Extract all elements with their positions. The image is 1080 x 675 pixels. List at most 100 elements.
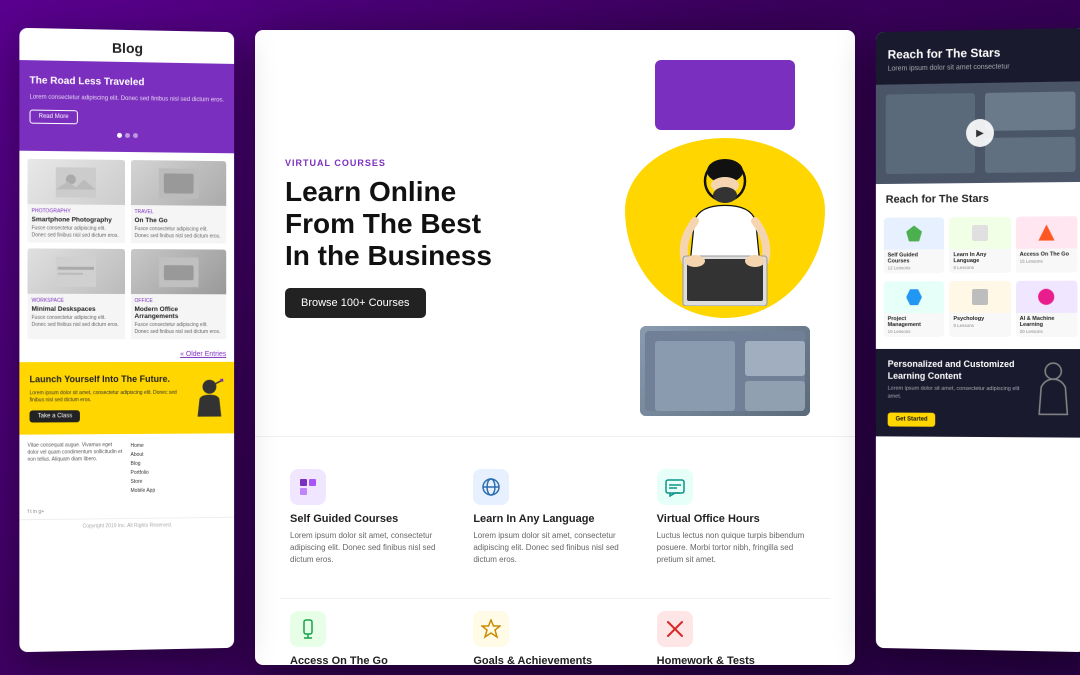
right-panel-video[interactable]: ▶ [876,81,1080,184]
post-thumbnail [130,160,226,206]
reach-title: Reach for The Stars [886,192,1076,206]
post-tag: Photography [32,209,121,216]
feature-item: Access On The Go Quisque aliquet velit s… [280,598,463,665]
hero-illustration [625,138,825,318]
blog-read-more-button[interactable]: Read More [30,110,78,125]
feature-title: Access On The Go [290,655,453,665]
feature-title: Self Guided Courses [290,513,453,525]
course-meta: 20 Lessons [1020,329,1074,334]
reach-section: Reach for The Stars [876,182,1080,218]
list-item: Travel On The Go Fusce consectetur adipi… [130,160,226,244]
list-item[interactable]: Access On The Go 15 Lessons [1016,216,1078,273]
feature-title: Virtual Office Hours [657,513,820,525]
post-text: Fusce consectetur adipiscing elit. Donec… [134,226,222,240]
course-thumbnail [884,281,945,313]
course-name: Self Guided Courses [888,252,941,264]
course-meta: 8 Lessons [953,265,1006,270]
post-tag: Travel [134,209,222,216]
feature-title: Homework & Tests [657,655,820,665]
blog-title: Blog [19,28,234,64]
browse-courses-button[interactable]: Browse 100+ Courses [285,288,426,318]
course-meta: 15 Lessons [1020,259,1074,264]
course-meta: 9 Lessons [953,323,1006,328]
feature-icon-language [473,469,509,505]
post-text: Fusce consectetur adipiscing elit. Donec… [32,226,121,240]
blog-hero-title: The Road Less Traveled [30,74,225,90]
cta-title: Launch Yourself Into The Future. [30,374,187,386]
course-name: AI & Machine Learning [1020,316,1074,328]
hero-title-line2: From The Best [285,208,481,239]
blog-carousel-dots [30,132,225,140]
list-item: Workspace Minimal Deskspaces Fusce conse… [27,249,124,340]
hero-title: Learn Online From The Best In the Busine… [285,176,605,273]
course-meta: 12 Lessons [888,265,941,270]
course-thumbnail [1016,281,1078,313]
list-item[interactable]: Psychology 9 Lessons [949,281,1010,337]
course-name: Project Management [888,316,941,328]
feature-text: Luctus lectus non quique turpis bibendum… [657,530,820,566]
feature-item: Goals & Achievements Quisque aliquet vel… [463,598,646,665]
blog-footer-content: Vitae consequat augue. Vivamus eget dolo… [19,433,234,505]
cta-button[interactable]: Take a Class [30,410,81,422]
older-entries-link[interactable]: « Older Entries [19,347,234,362]
list-item: Photography Smartphone Photography Fusce… [27,159,124,243]
carousel-dot [117,133,122,138]
feature-title: Learn In Any Language [473,513,636,525]
right-cta-text: Lorem ipsum dolor sit amet, consectetur … [888,386,1025,402]
post-title: Minimal Deskspaces [32,306,121,313]
hero-right: ▶ [625,60,825,416]
right-panel-title: Reach for The Stars [888,44,1074,61]
courses-grid-row1: Self Guided Courses 12 Lessons Learn In … [876,216,1080,281]
course-name: Access On The Go [1020,251,1074,257]
course-name: Psychology [953,316,1006,322]
list-item[interactable]: Learn In Any Language 8 Lessons [949,217,1010,273]
right-panel-cta: Personalized and Customized Learning Con… [876,349,1080,437]
hero-section: VIRTUAL COURSES Learn Online From The Be… [255,30,855,436]
right-panel-header: Reach for The Stars Lorem ipsum dolor si… [876,28,1080,85]
list-item[interactable]: AI & Machine Learning 20 Lessons [1016,281,1078,337]
post-thumbnail [27,249,124,295]
course-name: Learn In Any Language [953,252,1006,264]
post-title: Smartphone Photography [32,217,121,225]
feature-icon-homework [657,611,693,647]
person-illustration [665,151,785,306]
feature-icon-self-guided [290,469,326,505]
panels-wrapper: Blog The Road Less Traveled Lorem consec… [0,0,1080,675]
post-tag: Workspace [32,298,121,304]
right-cta-button[interactable]: Get Started [888,412,936,426]
carousel-dot [133,133,138,138]
cta-banner: Launch Yourself Into The Future. Lorem i… [19,362,234,435]
footer-nav-item[interactable]: Mobile App [130,486,226,496]
features-grid-row1: Self Guided Courses Lorem ipsum dolor si… [255,436,855,598]
post-text: Fusce consectetur adipiscing elit. Donec… [134,322,222,335]
feature-text: Lorem ipsum dolor sit amet, consectetur … [473,530,636,566]
feature-icon-office-hours [657,469,693,505]
video-thumbnail[interactable]: ▶ [640,326,810,416]
post-title: Modern Office Arrangements [134,306,222,320]
cta-body: Lorem ipsum dolor sit amet, consectetur … [30,390,187,405]
center-panel: VIRTUAL COURSES Learn Online From The Be… [255,30,855,665]
features-grid-row2: Access On The Go Quisque aliquet velit s… [255,598,855,665]
post-thumbnail [130,249,226,294]
right-cta-title: Personalized and Customized Learning Con… [888,359,1025,383]
feature-icon-goals [473,611,509,647]
courses-grid-row2: Project Management 10 Lessons Psychology… [876,281,1080,345]
list-item: Office Modern Office Arrangements Fusce … [130,249,226,339]
feature-item: Virtual Office Hours Luctus lectus non q… [647,457,830,578]
blog-hero: The Road Less Traveled Lorem consectetur… [19,60,234,154]
list-item[interactable]: Project Management 10 Lessons [884,281,945,337]
feature-icon-access [290,611,326,647]
course-thumbnail [1016,216,1078,249]
list-item[interactable]: Self Guided Courses 12 Lessons [884,217,945,273]
purple-accent-box [655,60,795,130]
blog-hero-text: Lorem consectetur adipiscing elit. Donec… [30,93,225,104]
course-thumbnail [949,217,1010,249]
carousel-dot [125,133,130,138]
feature-title: Goals & Achievements [473,655,636,665]
feature-text: Lorem ipsum dolor sit amet, consectetur … [290,530,453,566]
footer-copyright: Copyright 2019 Inc. All Rights Reserved. [19,517,234,535]
footer-nav: Home About Blog Portfolio Store Mobile A… [130,441,226,496]
course-thumbnail [884,217,945,249]
feature-item: Homework & Tests In non pulvinar purus. … [647,598,830,665]
hero-title-line3: In the Business [285,240,492,271]
